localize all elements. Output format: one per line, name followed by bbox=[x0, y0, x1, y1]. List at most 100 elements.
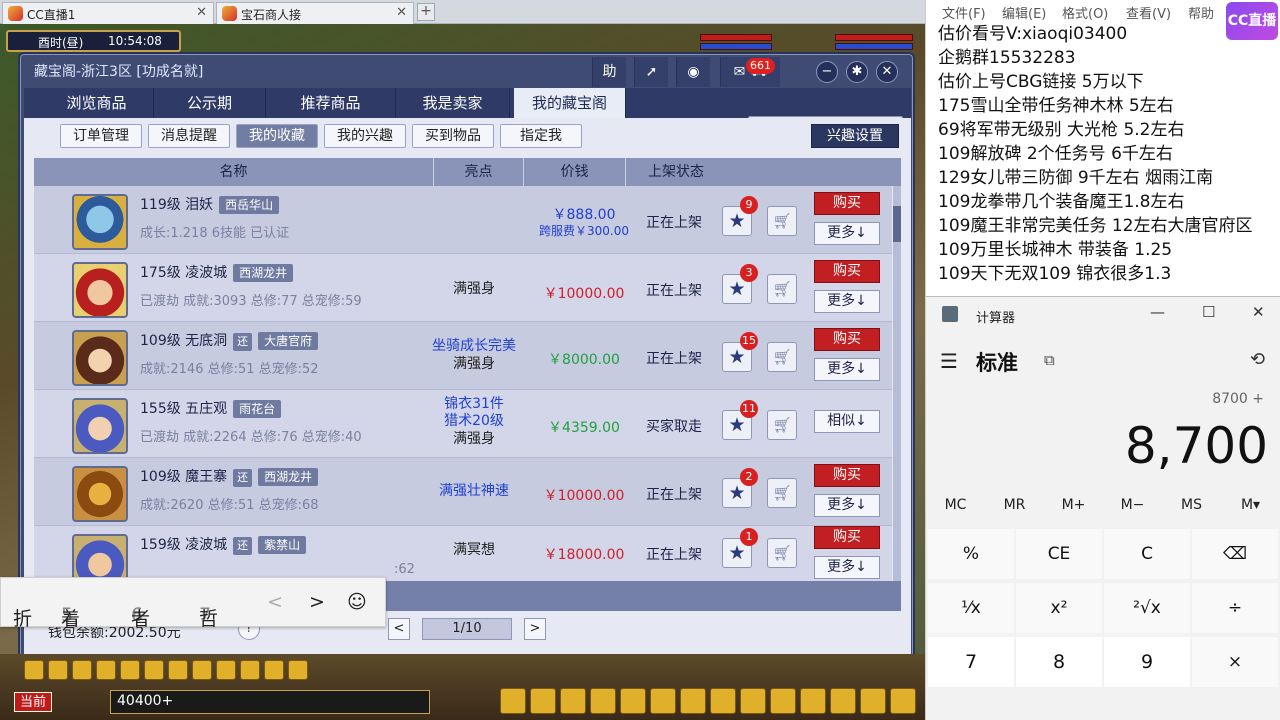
table-row[interactable]: 119级 泪妖 西岳华山 成长:1.218 6技能 已认证 ￥888.00 跨服费… bbox=[34, 186, 892, 254]
game-menu-icon[interactable] bbox=[24, 660, 44, 680]
clear-button[interactable]: C bbox=[1104, 529, 1190, 579]
purchased-button[interactable]: 买到物品 bbox=[412, 124, 494, 148]
more-button[interactable]: 更多↓ bbox=[814, 556, 880, 579]
backspace-button[interactable]: ⌫ bbox=[1192, 529, 1278, 579]
mr-button[interactable]: MR bbox=[985, 497, 1044, 513]
menu-view[interactable]: 查看(V) bbox=[1126, 3, 1171, 22]
minimize-icon[interactable]: — bbox=[1150, 303, 1165, 321]
gear-icon[interactable]: ✱ bbox=[846, 61, 868, 83]
digit-8-button[interactable]: 8 bbox=[1016, 637, 1102, 687]
buy-button[interactable]: 购买 bbox=[814, 526, 880, 549]
more-button[interactable]: 更多↓ bbox=[814, 222, 880, 245]
divide-button[interactable]: ÷ bbox=[1192, 583, 1278, 633]
game-menu-icon[interactable] bbox=[500, 688, 526, 714]
more-button[interactable]: 更多↓ bbox=[814, 358, 880, 381]
table-row[interactable]: 109级 魔王寨还西湖龙井 成就:2620 总修:51 总宠修:68 满强壮神速… bbox=[34, 458, 892, 526]
game-menu-icon[interactable] bbox=[48, 660, 68, 680]
browser-tab-cc[interactable]: CC直播1 ✕ bbox=[2, 2, 214, 24]
new-tab-button[interactable]: + bbox=[417, 3, 435, 21]
browser-tab-gem[interactable]: 宝石商人接 ✕ bbox=[216, 2, 414, 24]
digit-7-button[interactable]: 7 bbox=[928, 637, 1014, 687]
maximize-icon[interactable]: ☐ bbox=[1202, 303, 1215, 321]
menu-edit[interactable]: 编辑(E) bbox=[1002, 3, 1046, 22]
stop-icon[interactable]: ◉ bbox=[676, 57, 710, 87]
buy-button[interactable]: 购买 bbox=[814, 464, 880, 487]
tab-seller[interactable]: 我是卖家 bbox=[396, 88, 510, 118]
game-menu-icon[interactable] bbox=[830, 688, 856, 714]
tab-recommend[interactable]: 推荐商品 bbox=[266, 88, 396, 118]
reciprocal-button[interactable]: ⅟x bbox=[928, 583, 1014, 633]
more-button[interactable]: 更多↓ bbox=[814, 290, 880, 313]
percent-button[interactable]: % bbox=[928, 529, 1014, 579]
game-menu-icon[interactable] bbox=[590, 688, 616, 714]
share-icon[interactable]: ➚ bbox=[634, 57, 668, 87]
menu-icon[interactable]: ☰ bbox=[940, 349, 958, 373]
cart-icon[interactable]: 🛒︎ bbox=[767, 538, 797, 568]
game-menu-icon[interactable] bbox=[650, 688, 676, 714]
menu-help[interactable]: 帮助 bbox=[1188, 3, 1214, 22]
game-menu-icon[interactable] bbox=[192, 660, 212, 680]
notifications-button[interactable]: 消息提醒 bbox=[148, 124, 230, 148]
ime-next-icon[interactable]: > bbox=[309, 591, 325, 613]
buy-button[interactable]: 购买 bbox=[814, 192, 880, 215]
table-row[interactable]: 175级 凌波城 西湖龙井 已渡劫 成就:3093 总修:77 总宠修:59 满强… bbox=[34, 254, 892, 322]
close-icon[interactable]: ✕ bbox=[1252, 303, 1265, 321]
notepad-text-area[interactable]: 估价看号V:xiaoqi03400 企鹅群15532283 估价上号CBG链接 … bbox=[938, 22, 1278, 286]
help-button[interactable]: 助 bbox=[592, 57, 626, 87]
similar-button[interactable]: 相似↓ bbox=[814, 410, 880, 433]
interests-button[interactable]: 我的兴趣 bbox=[324, 124, 406, 148]
cart-icon[interactable]: 🛒︎ bbox=[767, 274, 797, 304]
history-icon[interactable]: ⟲ bbox=[1250, 349, 1265, 370]
cart-icon[interactable]: 🛒︎ bbox=[767, 342, 797, 372]
game-menu-icon[interactable] bbox=[860, 688, 886, 714]
multiply-button[interactable]: × bbox=[1192, 637, 1278, 687]
game-menu-icon[interactable] bbox=[530, 688, 556, 714]
game-menu-icon[interactable] bbox=[264, 660, 284, 680]
current-channel-label[interactable]: 当前 bbox=[14, 692, 52, 712]
orders-button[interactable]: 订单管理 bbox=[60, 124, 142, 148]
game-menu-icon[interactable] bbox=[890, 688, 916, 714]
game-menu-icon[interactable] bbox=[168, 660, 188, 680]
menu-format[interactable]: 格式(O) bbox=[1062, 3, 1108, 22]
chat-input[interactable]: 40400+ bbox=[110, 690, 430, 714]
game-menu-icon[interactable] bbox=[216, 660, 236, 680]
game-menu-icon[interactable] bbox=[800, 688, 826, 714]
m-minus-button[interactable]: M− bbox=[1103, 497, 1162, 513]
keep-on-top-icon[interactable]: ⧉ bbox=[1044, 351, 1055, 369]
menu-file[interactable]: 文件(F) bbox=[942, 3, 986, 22]
cart-icon[interactable]: 🛒︎ bbox=[767, 478, 797, 508]
cart-icon[interactable]: 🛒︎ bbox=[767, 410, 797, 440]
assigned-button[interactable]: 指定我 bbox=[500, 124, 582, 148]
cart-icon[interactable]: 🛒︎ bbox=[767, 206, 797, 236]
game-menu-icon[interactable] bbox=[72, 660, 92, 680]
prev-page-button[interactable]: < bbox=[388, 618, 410, 640]
game-menu-icon[interactable] bbox=[96, 660, 116, 680]
mc-button[interactable]: MC bbox=[926, 497, 985, 513]
m-plus-button[interactable]: M+ bbox=[1044, 497, 1103, 513]
game-menu-icon[interactable] bbox=[620, 688, 646, 714]
memory-list-button[interactable]: M▾ bbox=[1221, 497, 1280, 513]
game-menu-icon[interactable] bbox=[680, 688, 706, 714]
ce-button[interactable]: CE bbox=[1016, 529, 1102, 579]
sqrt-button[interactable]: ²√x bbox=[1104, 583, 1190, 633]
tab-my-pavilion[interactable]: 我的藏宝阁 bbox=[514, 88, 626, 118]
interest-settings-button[interactable]: 兴趣设置 bbox=[811, 124, 899, 148]
minimize-icon[interactable]: − bbox=[816, 61, 838, 83]
digit-9-button[interactable]: 9 bbox=[1104, 637, 1190, 687]
close-icon[interactable]: ✕ bbox=[196, 5, 207, 20]
game-menu-icon[interactable] bbox=[560, 688, 586, 714]
more-button[interactable]: 更多↓ bbox=[814, 494, 880, 517]
table-row[interactable]: 109级 无底洞还大唐官府 成就:2146 总修:51 总宠修:52 坐骑成长完… bbox=[34, 322, 892, 390]
game-menu-icon[interactable] bbox=[710, 688, 736, 714]
favorites-button[interactable]: 我的收藏 bbox=[236, 124, 318, 148]
buy-button[interactable]: 购买 bbox=[814, 260, 880, 283]
scrollbar-thumb[interactable] bbox=[893, 206, 901, 242]
table-scrollbar[interactable] bbox=[893, 186, 901, 581]
game-menu-icon[interactable] bbox=[120, 660, 140, 680]
game-menu-icon[interactable] bbox=[144, 660, 164, 680]
tab-browse[interactable]: 浏览商品 bbox=[40, 88, 154, 118]
emoji-icon[interactable]: ☺ bbox=[347, 591, 367, 613]
square-button[interactable]: x² bbox=[1016, 583, 1102, 633]
game-menu-icon[interactable] bbox=[288, 660, 308, 680]
close-icon[interactable]: ✕ bbox=[396, 5, 407, 20]
